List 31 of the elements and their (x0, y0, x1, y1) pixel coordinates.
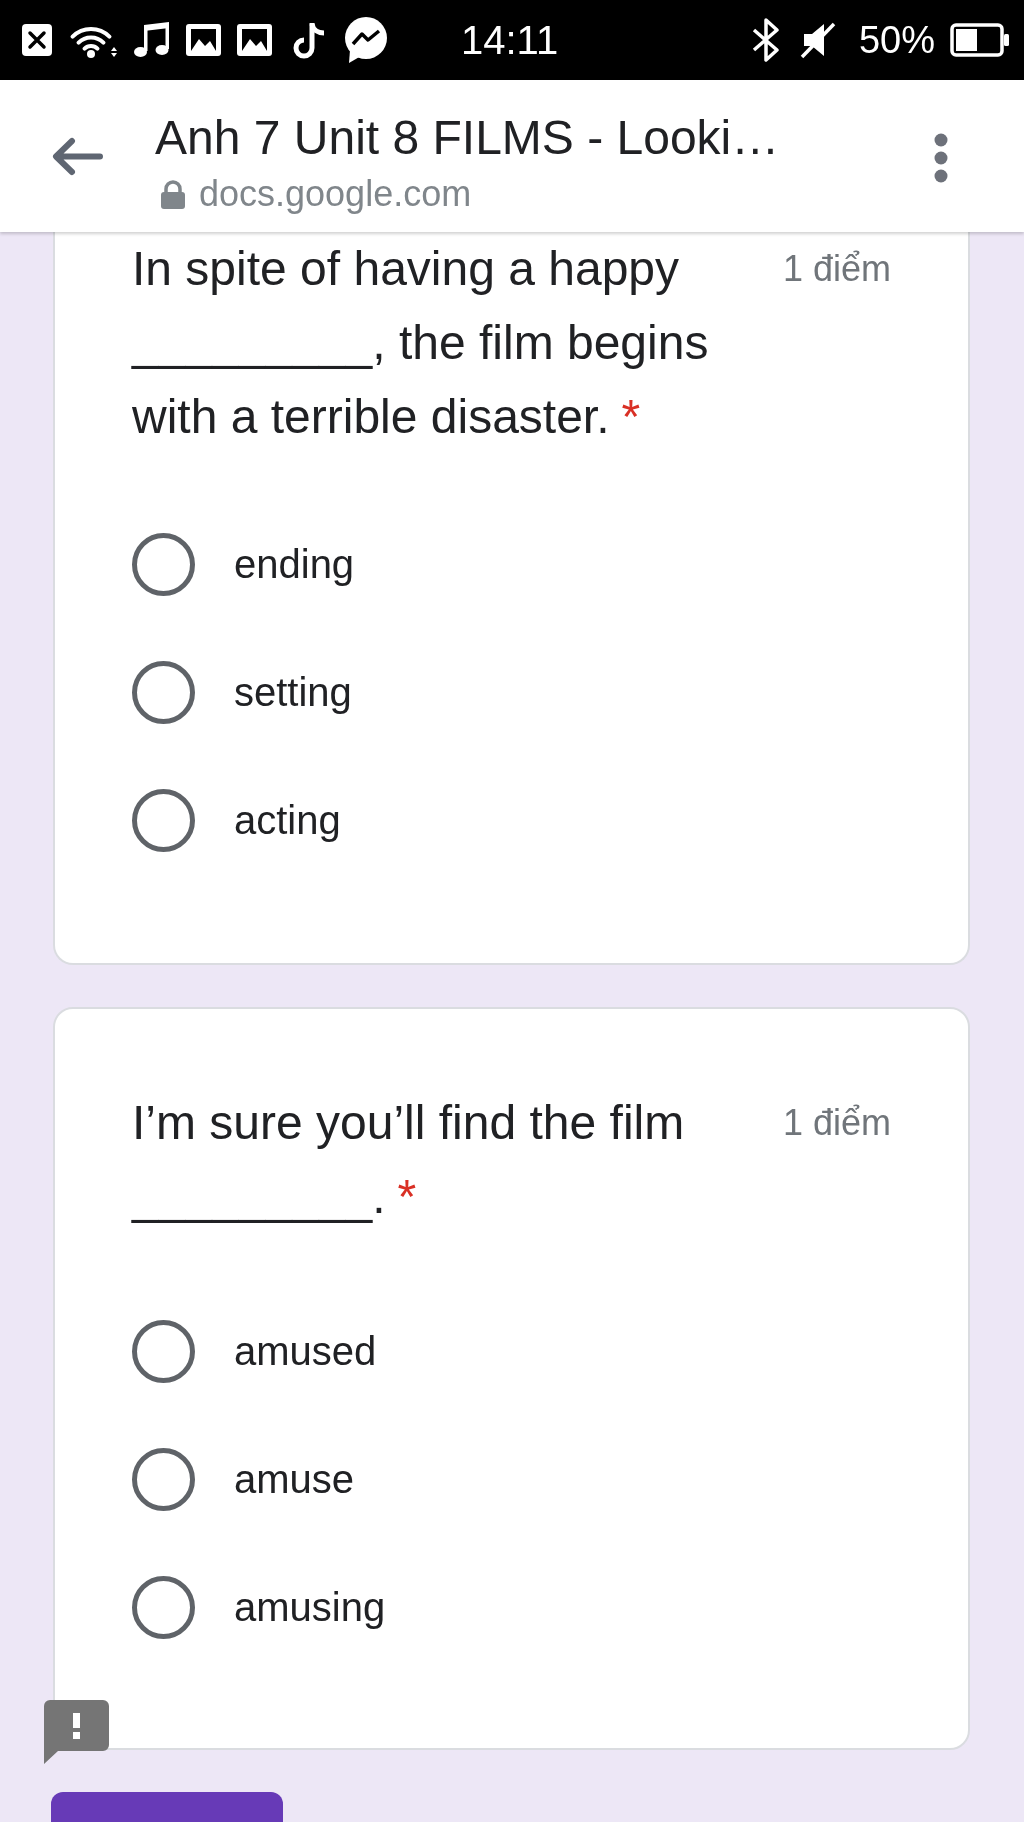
radio-button[interactable] (132, 660, 195, 724)
question-text: I’m sure you’ll find the film _________. * (132, 1095, 686, 1225)
radio-button[interactable] (132, 788, 195, 852)
beamed-notes-icon (134, 22, 171, 58)
battery-percent: 50% (858, 18, 935, 63)
image-icon (237, 24, 272, 56)
radio-button[interactable] (132, 1319, 195, 1383)
points-label: 1 điểm (782, 247, 891, 291)
radio-button[interactable] (132, 1575, 195, 1639)
radio-button[interactable] (132, 1447, 195, 1511)
more-menu-icon[interactable] (934, 133, 948, 183)
music-note-icon (293, 21, 327, 59)
url-text: docs.google.com (199, 172, 472, 216)
battery-icon (950, 23, 1010, 57)
page-title: Anh 7 Unit 8 FILMS - Looki… (155, 110, 780, 166)
lock-icon (159, 179, 187, 209)
option-label: ending (234, 541, 355, 588)
option-label: setting (234, 669, 352, 716)
image-icon (186, 24, 221, 56)
close-box-icon (22, 24, 52, 56)
points-label: 1 điểm (782, 1101, 891, 1145)
option-label: amusing (234, 1584, 386, 1631)
option-label: amuse (234, 1456, 355, 1503)
chat-bubble-icon (342, 16, 390, 64)
back-arrow-icon[interactable] (51, 137, 103, 176)
exclamation-bubble-icon[interactable] (44, 1700, 109, 1764)
option-label: acting (234, 797, 341, 844)
option-label: amused (234, 1328, 377, 1375)
radio-button[interactable] (132, 532, 195, 596)
clock-time: 14:11 (461, 17, 559, 64)
question-text: In spite of having a happy _________, the film begins with a terrible disaster. * (132, 241, 710, 445)
